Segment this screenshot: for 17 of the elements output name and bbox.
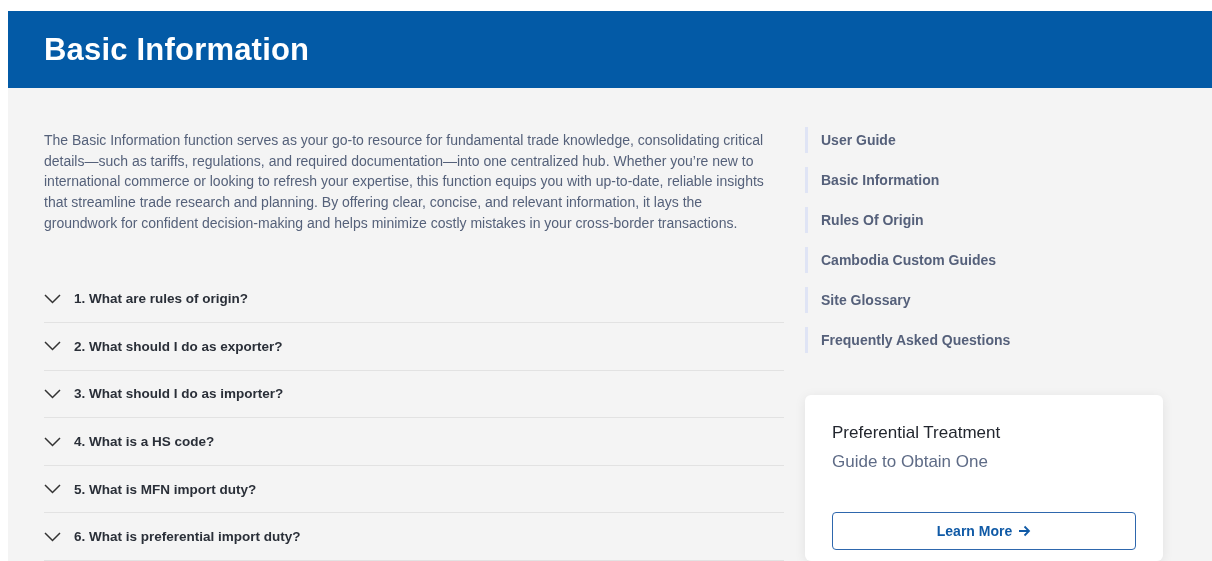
- sidebar-link[interactable]: User Guide: [805, 127, 1163, 153]
- faq-item[interactable]: 4. What is a HS code?: [44, 418, 784, 466]
- sidebar-link[interactable]: Site Glossary: [805, 287, 1163, 313]
- sidebar-link[interactable]: Rules Of Origin: [805, 207, 1163, 233]
- faq-item[interactable]: 1. What are rules of origin?: [44, 275, 784, 324]
- learn-more-button[interactable]: Learn More: [832, 512, 1136, 550]
- faq-item[interactable]: 6. What is preferential import duty?: [44, 513, 784, 561]
- page-title: Basic Information: [44, 31, 310, 68]
- intro-paragraph: The Basic Information function serves as your go-to resource for fundamental trade knowledge, consolidating critical details—such as tariffs, regulations, and required documentation—into one centralized hub. Whether you’re new to international commerce or looking to refresh your expertise, this function equips you with up-to-date, reliable insights that streamline trade research and planning. By offering clear, concise, and relevant information, it lays the groundwork for confident decision-making and helps minimize costly mistakes in your cross-border transactions.: [44, 131, 765, 233]
- card-title: Preferential Treatment: [832, 423, 1002, 443]
- sidebar-link[interactable]: Basic Information: [805, 167, 1163, 193]
- faq-item[interactable]: 5. What is MFN import duty?: [44, 465, 784, 514]
- sidebar-link[interactable]: Frequently Asked Questions: [805, 327, 1163, 353]
- faq-item[interactable]: 2. What should I do as exporter?: [44, 323, 784, 371]
- faq-item[interactable]: 3. What should I do as importer?: [44, 370, 784, 419]
- sidebar-link[interactable]: Cambodia Custom Guides: [805, 247, 1163, 273]
- card-subtitle: Guide to Obtain One: [832, 452, 989, 472]
